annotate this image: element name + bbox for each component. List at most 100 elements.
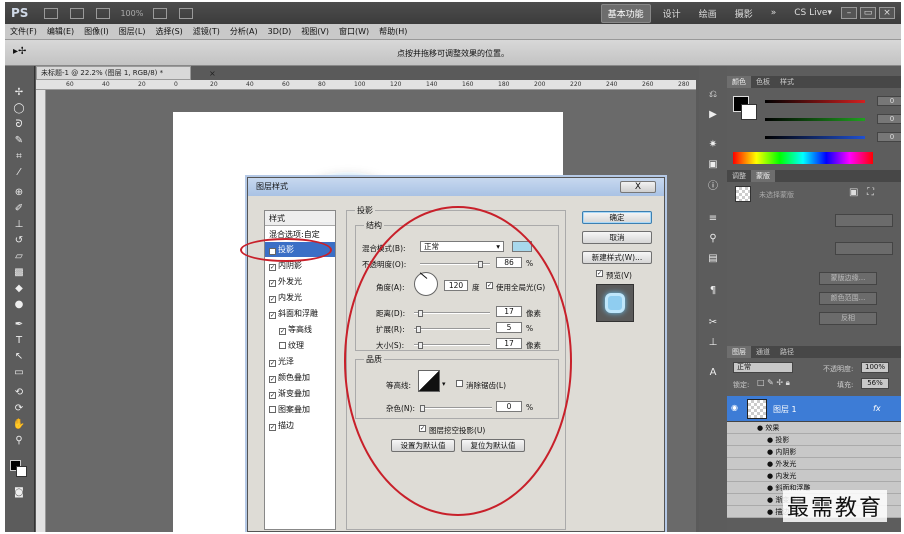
checkbox-icon[interactable]: ✓ [269, 392, 276, 399]
zoom-level[interactable]: 100% [120, 9, 143, 18]
menu-file[interactable]: 文件(F) [10, 26, 37, 37]
navigator-panel-icon[interactable]: ▤ [705, 252, 721, 266]
screen-mode-icon[interactable] [179, 7, 194, 19]
tab-layers[interactable]: 图层 [727, 346, 751, 358]
menu-view[interactable]: 视图(V) [301, 26, 329, 37]
layer-opacity-value[interactable]: 100% [861, 362, 889, 373]
dodge-tool-icon[interactable]: ● [10, 298, 28, 312]
preview-checkbox[interactable]: ✓ [596, 270, 603, 277]
vector-mask-icon[interactable]: ⛶ [867, 187, 874, 198]
character-panel-icon[interactable]: ≡ [705, 212, 721, 226]
cancel-button[interactable]: 取消 [582, 231, 652, 244]
pen-tool-icon[interactable]: ✒ [10, 318, 28, 332]
lock-icons[interactable]: □ ✎ ✢ 🔒︎ [757, 378, 790, 388]
workspace-design[interactable]: 设计 [657, 5, 687, 22]
tab-paths[interactable]: 路径 [775, 346, 799, 358]
green-slider[interactable]: 0 [765, 114, 901, 124]
hand-tool-icon[interactable]: ✋ [10, 418, 28, 432]
shape-tool-icon[interactable]: ▭ [10, 366, 28, 380]
info-panel-icon[interactable]: ⓘ [705, 180, 721, 194]
move-tool-icon[interactable]: ✢ [10, 86, 28, 100]
tab-color[interactable]: 颜色 [727, 76, 751, 88]
color-spectrum-bar[interactable] [733, 152, 873, 164]
restore-icon[interactable]: ▭ [860, 7, 876, 19]
checkbox-icon[interactable] [269, 406, 276, 413]
checkbox-icon[interactable]: ✓ [269, 264, 276, 271]
tab-adjustments[interactable]: 调整 [727, 170, 751, 182]
brush-tool-icon[interactable]: ✐ [10, 202, 28, 216]
close-icon[interactable]: × [879, 7, 895, 19]
clone-source-panel-icon[interactable]: ▣ [705, 158, 721, 172]
workspace-essentials[interactable]: 基本功能 [600, 3, 651, 23]
fill-value[interactable]: 56% [861, 378, 889, 389]
crop-tool-icon[interactable]: ⌗ [10, 150, 28, 164]
checkbox-icon[interactable]: ✓ [269, 296, 276, 303]
document-tab[interactable]: 未标题-1 @ 22.2% (图层 1, RGB/8) * × [36, 66, 216, 80]
ok-button[interactable]: 确定 [582, 211, 652, 224]
green-value[interactable]: 0 [877, 114, 901, 124]
layer-blend-mode[interactable]: 正常 [733, 362, 793, 373]
effect-row[interactable]: ● 投影 [727, 434, 901, 446]
blue-slider[interactable]: 0 [765, 132, 901, 142]
style-item-bevel-emboss[interactable]: ✓ 斜面和浮雕 [265, 306, 335, 321]
menu-help[interactable]: 帮助(H) [379, 26, 407, 37]
stamp-panel-icon[interactable]: ⊥ [705, 336, 721, 350]
history-brush-icon[interactable]: ↺ [10, 234, 28, 248]
menu-image[interactable]: 图像(I) [84, 26, 109, 37]
checkbox-icon[interactable] [279, 342, 286, 349]
view-extras-icon[interactable] [96, 7, 111, 19]
checkbox-icon[interactable]: ✓ [269, 376, 276, 383]
tab-masks[interactable]: 蒙版 [751, 170, 775, 182]
effect-row[interactable]: ● 内发光 [727, 470, 901, 482]
menu-select[interactable]: 选择(S) [155, 26, 182, 37]
path-select-tool-icon[interactable]: ↖ [10, 350, 28, 364]
menu-3d[interactable]: 3D(D) [268, 27, 292, 36]
eye-icon[interactable]: ◉ [731, 403, 738, 412]
3d-orbit-tool-icon[interactable]: ⟳ [10, 402, 28, 416]
styles-header[interactable]: 样式 [265, 211, 335, 226]
minimize-icon[interactable]: – [841, 7, 857, 19]
background-color-swatch[interactable] [16, 466, 27, 477]
marquee-tool-icon[interactable]: ◯ [10, 102, 28, 116]
brushes-panel-icon[interactable]: ✷ [705, 138, 721, 152]
healing-brush-icon[interactable]: ⊕ [10, 186, 28, 200]
red-slider[interactable]: 0 [765, 96, 901, 106]
3d-rotate-tool-icon[interactable]: ⟲ [10, 386, 28, 400]
arrange-documents-icon[interactable] [153, 7, 168, 19]
mask-edge-button[interactable]: 蒙版边缘... [819, 272, 877, 285]
feather-field[interactable] [835, 242, 893, 255]
style-item-gradient-overlay[interactable]: ✓ 渐变叠加 [265, 386, 335, 401]
new-style-button[interactable]: 新建样式(W)... [582, 251, 652, 264]
menu-analysis[interactable]: 分析(A) [230, 26, 258, 37]
menu-layer[interactable]: 图层(L) [119, 26, 146, 37]
effect-row[interactable]: ● 内阴影 [727, 446, 901, 458]
workspace-more[interactable]: » [765, 6, 783, 20]
cs-live-button[interactable]: CS Live▾ [788, 6, 838, 20]
checkbox-icon[interactable]: ✓ [269, 280, 276, 287]
style-item-outer-glow[interactable]: ✓ 外发光 [265, 274, 335, 289]
red-value[interactable]: 0 [877, 96, 901, 106]
tab-swatches[interactable]: 色板 [751, 76, 775, 88]
fx-icon[interactable]: fx [873, 404, 881, 413]
bridge-icon[interactable] [44, 7, 59, 19]
mini-bridge-icon[interactable] [70, 7, 85, 19]
density-field[interactable] [835, 214, 893, 227]
eyedropper-tool-icon[interactable]: ⁄ [10, 166, 28, 180]
tool-presets-icon[interactable]: ✂ [705, 316, 721, 330]
checkbox-icon[interactable]: ✓ [269, 312, 276, 319]
style-item-pattern-overlay[interactable]: 图案叠加 [265, 402, 335, 417]
type-tool-icon[interactable]: T [10, 334, 28, 348]
workspace-painting[interactable]: 绘画 [693, 5, 723, 22]
tab-styles[interactable]: 样式 [775, 76, 799, 88]
blue-value[interactable]: 0 [877, 132, 901, 142]
close-document-icon[interactable]: × [209, 68, 216, 80]
blur-tool-icon[interactable]: ◆ [10, 282, 28, 296]
actions-panel-icon[interactable]: ▶ [705, 108, 721, 122]
quick-select-tool-icon[interactable]: ✎ [10, 134, 28, 148]
workspace-photography[interactable]: 摄影 [729, 5, 759, 22]
invert-button[interactable]: 反相 [819, 312, 877, 325]
dialog-close-button[interactable]: X [620, 181, 656, 193]
menu-window[interactable]: 窗口(W) [339, 26, 369, 37]
layer-row-layer1[interactable]: ◉ 图层 1 fx [727, 396, 901, 422]
color-background-swatch[interactable] [741, 104, 757, 120]
